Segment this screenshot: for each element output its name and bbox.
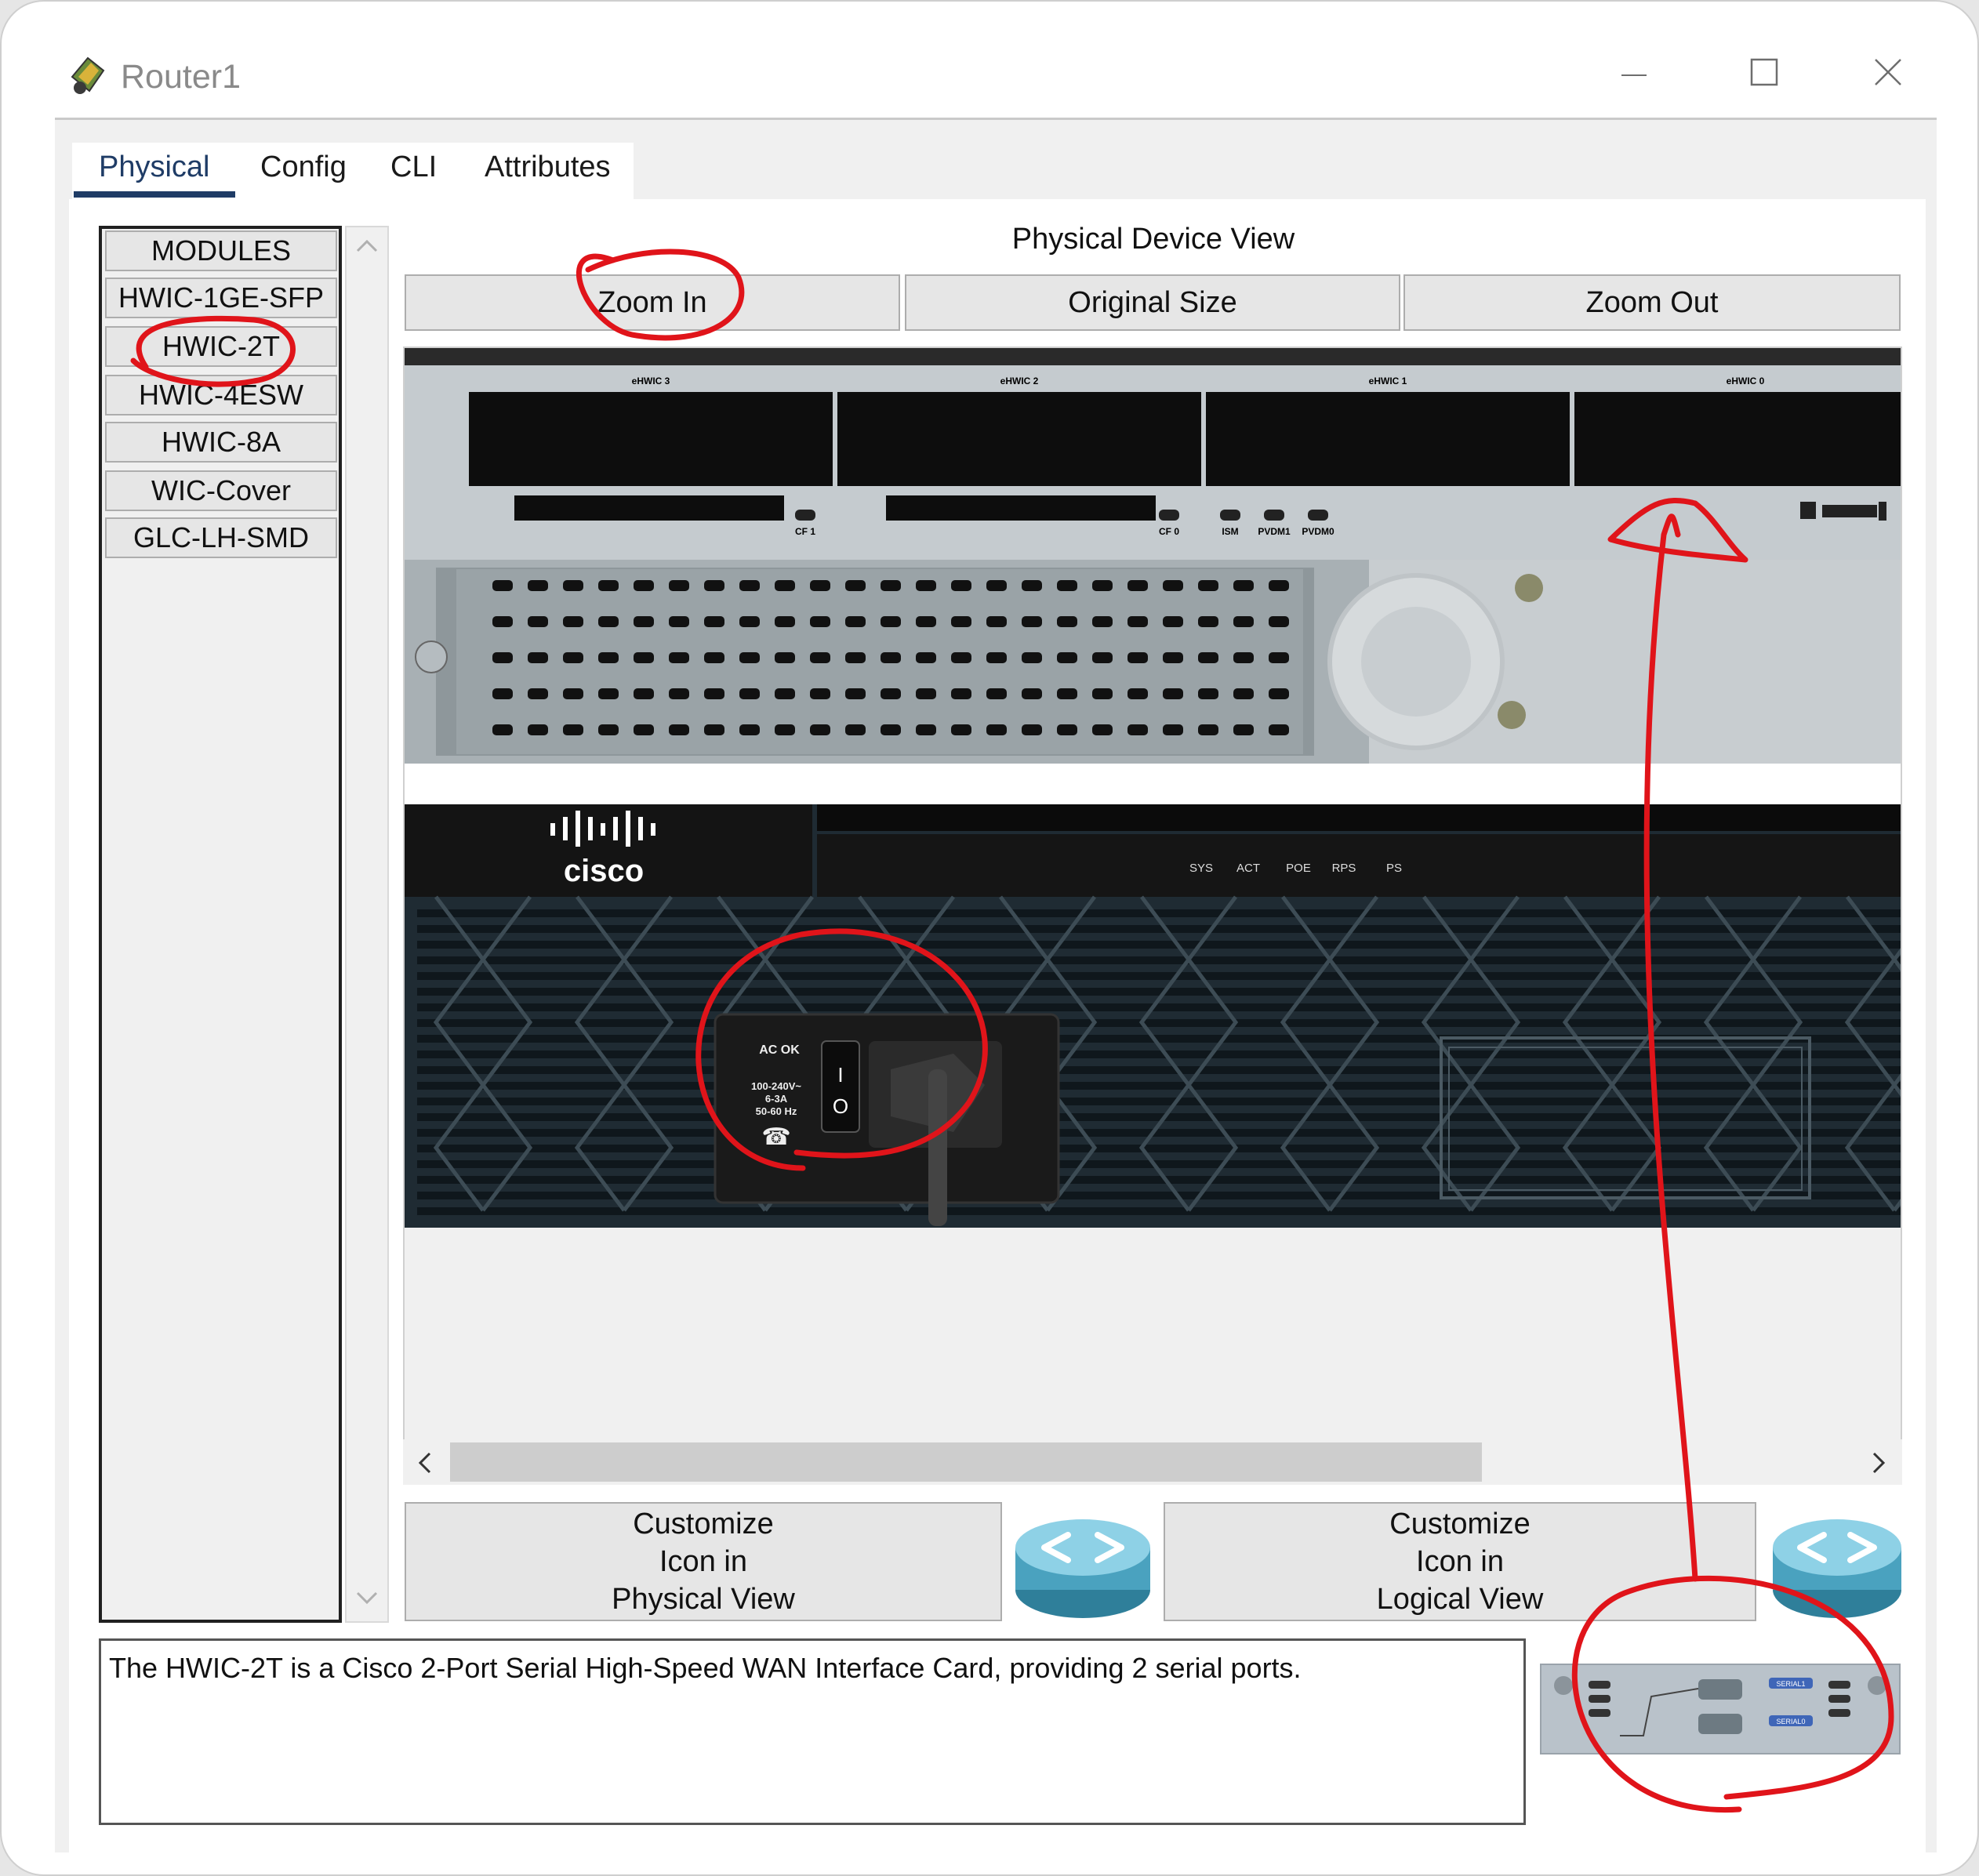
tab-config[interactable]: Config (260, 151, 347, 190)
svg-text:100-240V~: 100-240V~ (751, 1080, 801, 1092)
original-size-button[interactable]: Original Size (905, 274, 1400, 331)
module-description: The HWIC-2T is a Cisco 2-Port Serial Hig… (99, 1638, 1526, 1825)
svg-text:50-60 Hz: 50-60 Hz (756, 1105, 797, 1117)
led-label-rps: RPS (1332, 862, 1356, 875)
module-item-hwic-8a[interactable]: HWIC-8A (105, 422, 337, 463)
hex-grille (417, 895, 1901, 1215)
led-label-poe: POE (1286, 862, 1311, 875)
window-title: Router1 (121, 58, 241, 96)
svg-text:6-3A: 6-3A (765, 1093, 788, 1105)
phone-icon: ☎ (761, 1124, 790, 1150)
active-tab-indicator (74, 191, 235, 198)
tab-attributes[interactable]: Attributes (485, 151, 611, 190)
svg-text:cisco: cisco (564, 854, 644, 888)
slot-label-ehwic2: eHWIC 2 (1000, 376, 1039, 386)
router-chassis-image: eHWIC 3 eHWIC 2 eHWIC 1 eHWIC 0 CF 1 CF … (405, 348, 1901, 1438)
zoom-out-button[interactable]: Zoom Out (1403, 274, 1901, 331)
label-pvdm1: PVDM1 (1258, 526, 1291, 537)
module-item-glc-lh-smd[interactable]: GLC-LH-SMD (105, 517, 337, 558)
router-physical-icon (1013, 1504, 1153, 1621)
scroll-right-icon[interactable] (1863, 1449, 1894, 1477)
close-button[interactable] (1865, 56, 1912, 96)
svg-text:I: I (837, 1063, 843, 1087)
power-switch[interactable] (821, 1040, 860, 1133)
physical-device-view-title: Physical Device View (1011, 223, 1295, 256)
hwic-2t-module-image: SERIAL1 SERIAL0 (1540, 1664, 1901, 1754)
customize-logical-icon-button[interactable]: Customize Icon in Logical View (1164, 1502, 1756, 1621)
slot-label-ehwic3: eHWIC 3 (632, 376, 670, 386)
module-list-scrollbar[interactable] (345, 226, 389, 1623)
app-icon (67, 53, 108, 97)
tab-physical[interactable]: Physical (99, 151, 210, 190)
svg-text:SERIAL1: SERIAL1 (1776, 1680, 1805, 1688)
slot-label-ehwic1: eHWIC 1 (1369, 376, 1407, 386)
scroll-down-icon[interactable] (345, 1587, 389, 1617)
module-item-hwic-1ge-sfp[interactable]: HWIC-1GE-SFP (105, 278, 337, 318)
customize-physical-label: Customize Icon in Physical View (612, 1508, 795, 1616)
slot-label-ehwic0: eHWIC 0 (1727, 376, 1765, 386)
module-item-wic-cover[interactable]: WIC-Cover (105, 470, 337, 511)
label-ism: ISM (1222, 526, 1238, 537)
label-pvdm0: PVDM0 (1302, 526, 1334, 537)
module-item-hwic-4esw[interactable]: HWIC-4ESW (105, 375, 337, 415)
label-cf0: CF 0 (1159, 526, 1179, 537)
module-item-modules[interactable]: MODULES (105, 230, 337, 271)
device-viewport: eHWIC 3 eHWIC 2 eHWIC 1 eHWIC 0 CF 1 CF … (403, 347, 1902, 1485)
led-label-act: ACT (1236, 862, 1260, 875)
application-window: Router1 Physical Config CLI Attributes M… (0, 0, 1979, 1876)
power-status-label: AC OK (759, 1043, 800, 1057)
led-label-ps: PS (1386, 862, 1402, 875)
customize-physical-icon-button[interactable]: Customize Icon in Physical View (405, 1502, 1002, 1621)
module-item-hwic-2t[interactable]: HWIC-2T (105, 326, 337, 367)
minimize-button[interactable] (1610, 52, 1658, 91)
scroll-up-icon[interactable] (345, 234, 389, 264)
router-logical-icon (1770, 1504, 1904, 1621)
led-label-sys: SYS (1189, 862, 1213, 875)
scroll-thumb[interactable] (450, 1442, 1482, 1482)
customize-logical-label: Customize Icon in Logical View (1376, 1508, 1544, 1616)
tab-cli[interactable]: CLI (390, 151, 437, 190)
label-cf1: CF 1 (795, 526, 815, 537)
svg-text:O: O (833, 1094, 848, 1118)
svg-text:SERIAL0: SERIAL0 (1776, 1718, 1805, 1725)
zoom-in-button[interactable]: Zoom In (405, 274, 900, 331)
maximize-button[interactable] (1741, 56, 1788, 96)
scroll-left-icon[interactable] (409, 1449, 441, 1477)
